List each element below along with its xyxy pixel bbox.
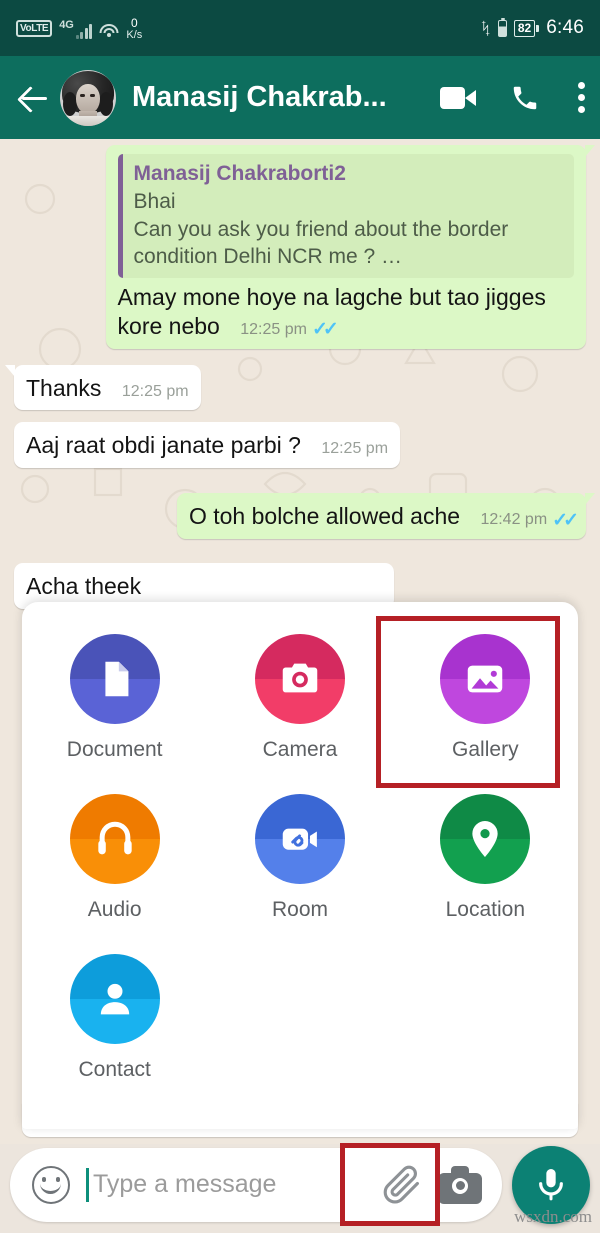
attach-option-camera[interactable]: Camera [207,624,392,770]
bubble-tail [585,145,595,157]
camera-icon[interactable] [438,1165,484,1204]
message-composer: Type a message [0,1136,600,1233]
message-time: 12:42 pm [480,511,548,529]
watermark: wsxdn.com [514,1207,592,1226]
quoted-message[interactable]: Manasij Chakraborti2 Bhai Can you ask yo… [117,154,574,279]
data-rate-unit: K/s [126,29,143,41]
message-text: Acha theek [26,572,142,599]
attachment-grid: Document Camera Gallery Audio Room Locat… [22,624,578,1090]
read-receipt-icon: ✓✓ [311,319,339,341]
location-pin-icon [440,794,531,884]
attach-option-audio[interactable]: Audio [22,784,207,930]
battery-percent-label: 82 [513,19,536,37]
video-call-icon[interactable] [440,85,476,111]
quoted-author: Manasij Chakraborti2 [133,162,346,185]
headphones-icon [69,794,160,884]
app-bar-actions [440,78,585,117]
text-cursor [86,1167,89,1202]
status-bar-right: ᛪ 82 6:46 [481,17,584,39]
attach-label: Gallery [452,738,519,761]
status-bar-left: VoLTE 4G 0 K/s [16,16,142,41]
attach-option-contact[interactable]: Contact [22,944,207,1090]
whatsapp-chat-screen: VoLTE 4G 0 K/s ᛪ 82 6:46 Manasij Chakrab… [0,0,600,1233]
wifi-icon [99,23,119,39]
signal-bars-icon [75,23,93,39]
read-receipt-icon: ✓✓ [552,509,579,531]
back-arrow-icon[interactable] [14,78,54,118]
message-time: 12:25 pm [121,382,189,400]
attach-option-document[interactable]: Document [22,624,207,770]
data-rate-value: 0 [130,16,138,30]
attach-label: Audio [87,898,142,921]
quoted-text: Bhai Can you ask you friend about the bo… [133,190,509,268]
message-input-placeholder[interactable]: Type a message [93,1170,374,1199]
message-time: 12:25 pm [240,320,307,338]
attach-label: Location [445,898,526,921]
camera-icon [254,634,345,724]
cellular-signal-icon: 4G [59,19,93,39]
data-rate-indicator: 0 K/s [126,17,142,41]
bubble-tail [585,493,595,506]
bubble-tail [5,364,15,377]
message-text: Aaj raat obdi janate parbi ? [26,432,301,459]
bluetooth-icon: ᛪ [480,18,491,38]
phone-call-icon[interactable] [510,83,540,113]
message-text: O toh bolche allowed ache [188,503,461,530]
attach-label: Document [66,738,163,761]
attach-label: Contact [78,1058,151,1081]
network-type-label: 4G [59,19,74,31]
attachment-panel: Document Camera Gallery Audio Room Locat… [22,602,578,1129]
attach-option-room[interactable]: Room [207,784,392,930]
message-meta: 12:42 pm ✓✓ [480,509,579,531]
overflow-menu-icon[interactable] [574,78,585,117]
battery-percent-indicator: 82 [513,19,540,37]
message-time: 12:25 pm [321,440,389,458]
chat-app-bar: Manasij Chakrab... [0,56,600,139]
message-input-pill[interactable]: Type a message [10,1147,502,1222]
document-icon [69,634,160,724]
status-bar-clock: 6:46 [546,17,584,38]
status-bar: VoLTE 4G 0 K/s ᛪ 82 6:46 [0,0,600,56]
message-meta: 12:25 pm [321,439,388,459]
gallery-icon [440,634,531,724]
room-video-icon [254,794,345,884]
attach-label: Room [271,898,328,921]
attach-option-location[interactable]: Location [393,784,578,930]
message-bubble-incoming[interactable]: Aaj raat obdi janate parbi ? 12:25 pm [14,422,401,469]
attach-label: Camera [262,738,338,761]
contact-person-icon [69,954,160,1044]
message-bubble-outgoing[interactable]: Manasij Chakraborti2 Bhai Can you ask yo… [105,145,595,349]
battery-nub-icon [536,24,540,32]
battery-small-icon [497,17,507,37]
chat-contact-name[interactable]: Manasij Chakrab... [132,81,430,114]
volte-badge: VoLTE [16,20,53,37]
paperclip-icon[interactable] [374,1163,430,1207]
message-bubble-outgoing[interactable]: O toh bolche allowed ache 12:42 pm ✓✓ [176,493,595,539]
contact-avatar[interactable] [60,69,116,126]
message-meta: 12:25 pm ✓✓ [240,319,339,341]
message-meta: 12:25 pm [122,382,189,402]
message-text: Thanks [26,374,102,401]
attach-option-gallery[interactable]: Gallery [393,624,578,770]
emoji-icon[interactable] [32,1165,70,1204]
message-bubble-incoming[interactable]: Thanks 12:25 pm [5,364,201,411]
